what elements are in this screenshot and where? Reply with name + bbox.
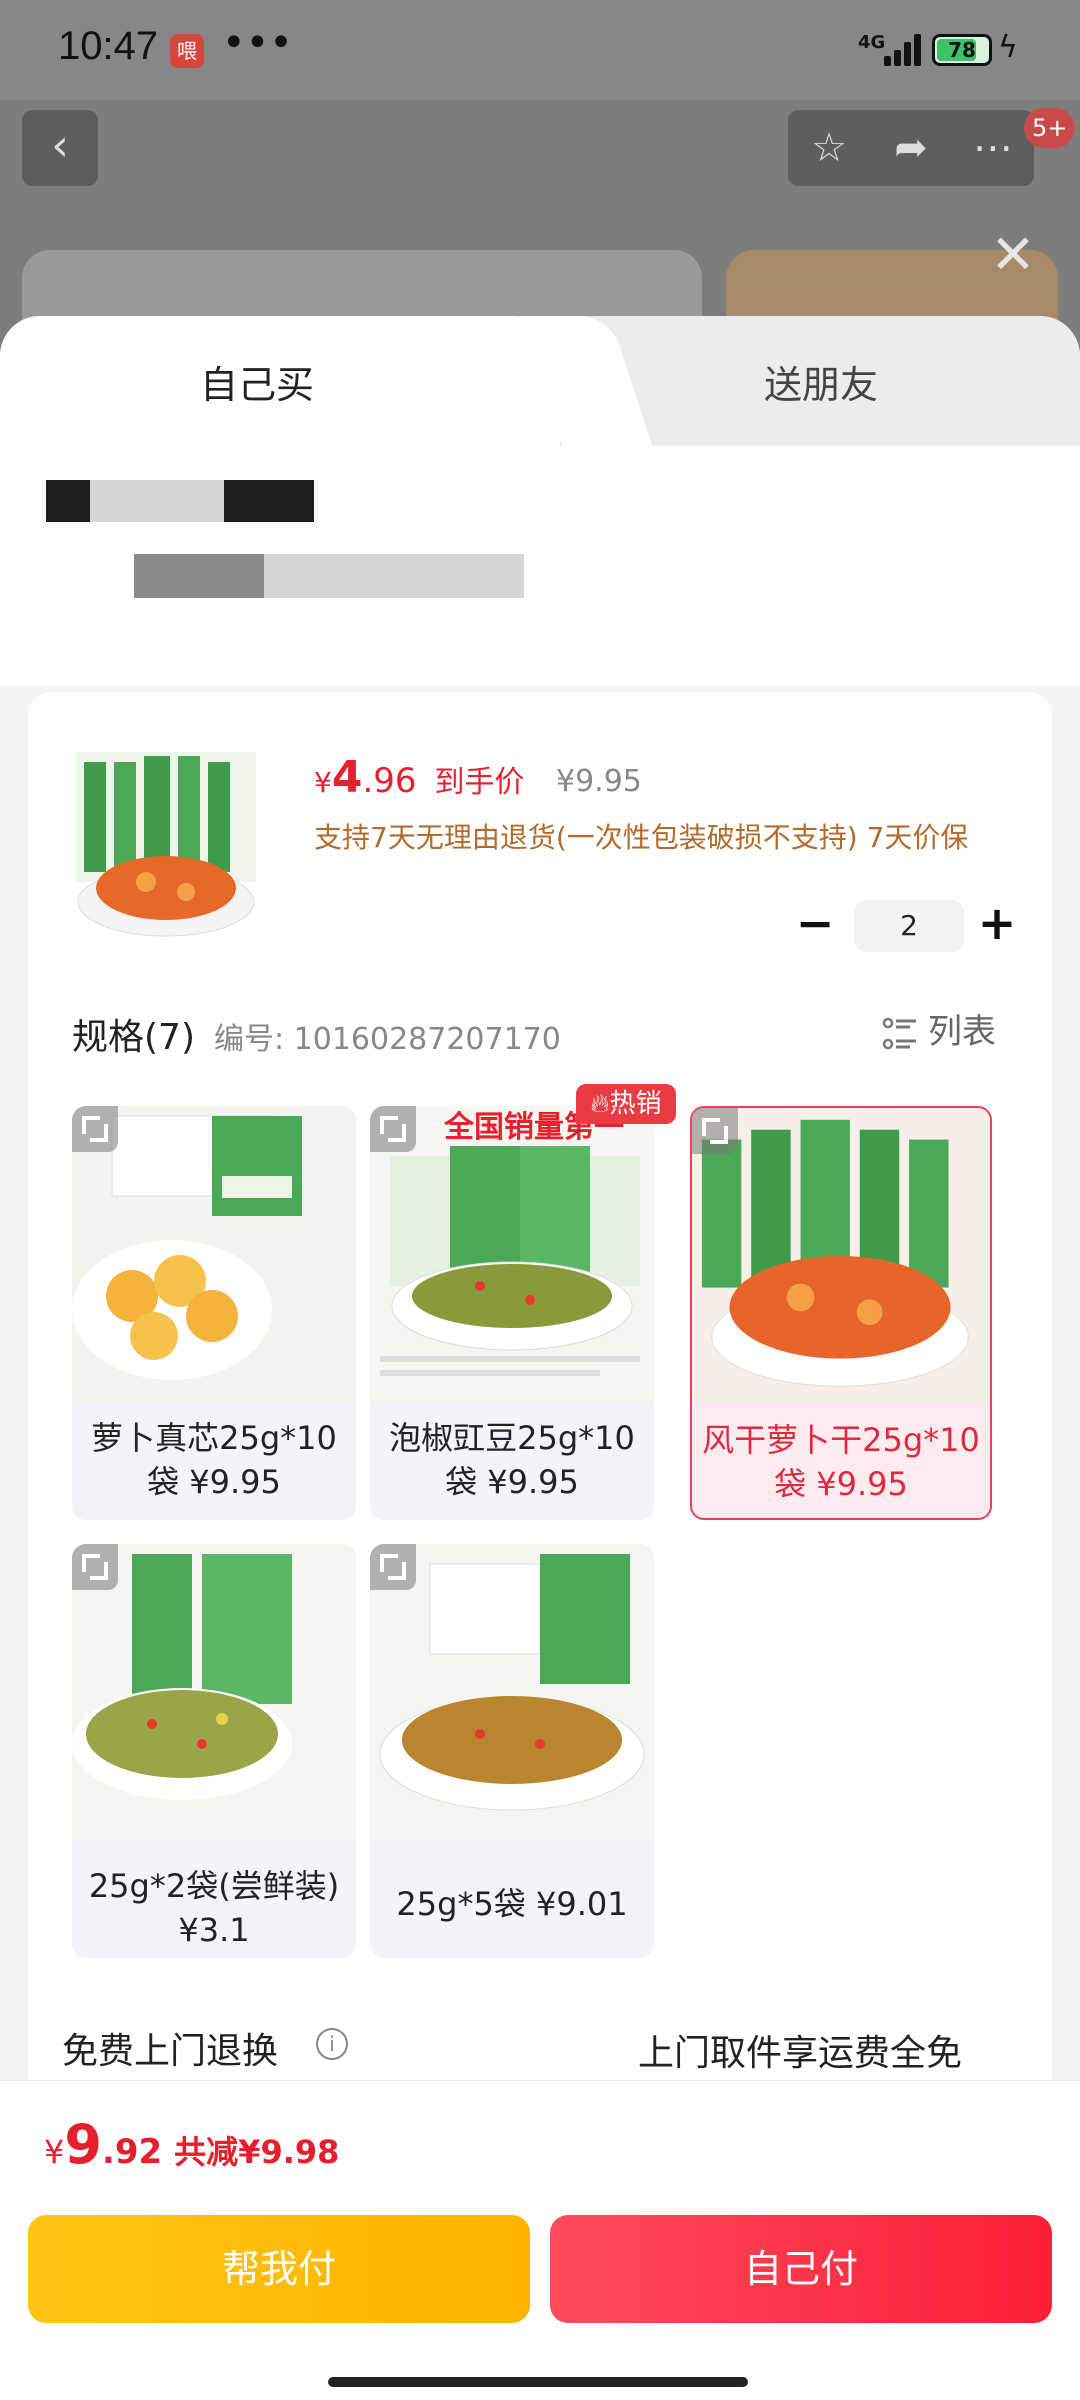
free-return-desc: 上门取件享运费全免: [638, 2033, 963, 2074]
help-pay-button[interactable]: 帮我付: [28, 2215, 530, 2323]
spec-option[interactable]: 泡椒豇豆25g*10袋 ¥9.95: [370, 1106, 654, 1520]
product-code: 编号: 10160287207170: [214, 1022, 561, 1057]
spec-option-image: [72, 1544, 356, 1840]
status-time: 10:47: [58, 24, 159, 68]
status-bar: 10:47 喂 ••• 4G 78 ϟ: [0, 0, 1080, 100]
app-notification-icon: 喂: [170, 34, 204, 68]
spec-option[interactable]: 25g*2袋(尝鲜装)¥3.1: [72, 1544, 356, 1958]
back-button[interactable]: ‹: [22, 110, 98, 186]
spec-option[interactable]: 萝卜真芯25g*10袋 ¥9.95: [72, 1106, 356, 1520]
more-status-icon: •••: [222, 20, 293, 66]
spec-option-label: 25g*5袋 ¥9.01: [396, 1885, 628, 1923]
battery-icon: 78: [932, 34, 992, 66]
home-indicator[interactable]: [328, 2377, 748, 2387]
tab-bar: 自己买 送朋友: [0, 316, 1080, 446]
deal-price: ¥4.96 到手价: [314, 752, 525, 803]
share-icon[interactable]: ➦: [870, 110, 952, 186]
quantity-input[interactable]: 2: [854, 900, 964, 952]
tab-self-buy-label[interactable]: 自己买: [200, 354, 314, 409]
list-view-button[interactable]: 列表: [882, 1004, 996, 1054]
checkout-bar: ¥9.92 共减¥9.98 帮我付 自己付: [0, 2080, 1080, 2400]
quantity-increase-button[interactable]: +: [972, 900, 1022, 950]
address-card[interactable]: [28, 456, 1052, 666]
close-icon[interactable]: ✕: [988, 228, 1038, 282]
expand-icon[interactable]: [370, 1544, 416, 1590]
spec-option-image: [370, 1544, 654, 1840]
hot-tag: 🔥︎热销: [576, 1084, 676, 1124]
tab-gift-friend[interactable]: 送朋友: [764, 354, 878, 409]
total-price: ¥9.92 共减¥9.98: [44, 2113, 340, 2176]
network-type: 4G: [858, 32, 886, 53]
spec-option-label: 泡椒豇豆25g*10袋 ¥9.95: [389, 1419, 635, 1501]
spec-option[interactable]: 25g*5袋 ¥9.01: [370, 1544, 654, 1958]
redacted-text: [224, 480, 314, 522]
info-icon[interactable]: i: [316, 2028, 348, 2060]
spec-option-label: 25g*2袋(尝鲜装)¥3.1: [88, 1867, 340, 1949]
spec-option-label: 风干萝卜干25g*10袋 ¥9.95: [702, 1421, 980, 1503]
expand-icon[interactable]: [72, 1544, 118, 1590]
return-policy: 支持7天无理由退货(一次性包装破损不支持) 7天价保: [314, 821, 969, 854]
more-icon[interactable]: ⋯: [952, 110, 1034, 186]
header-actions: ☆ ➦ ⋯: [788, 110, 1034, 186]
spec-option-selected[interactable]: 风干萝卜干25g*10袋 ¥9.95: [690, 1106, 992, 1520]
list-icon: [882, 1017, 916, 1049]
redacted-text: [46, 480, 90, 522]
self-pay-button[interactable]: 自己付: [550, 2215, 1052, 2323]
spec-option-image: [692, 1109, 990, 1403]
product-thumbnail[interactable]: [66, 742, 266, 942]
quantity-decrease-button[interactable]: −: [790, 900, 840, 950]
free-return-title: 免费上门退换: [62, 2031, 279, 2072]
expand-icon[interactable]: [692, 1108, 738, 1154]
signal-icon: [884, 32, 924, 66]
spec-option-image: [72, 1106, 356, 1402]
spec-option-image: [370, 1106, 654, 1402]
expand-icon[interactable]: [72, 1106, 118, 1152]
flame-icon: 🔥︎: [590, 1089, 610, 1119]
original-price: ¥9.95: [556, 764, 642, 799]
discount-text: 共减¥9.98: [174, 2133, 340, 2171]
spec-option-label: 萝卜真芯25g*10袋 ¥9.95: [91, 1419, 337, 1501]
expand-icon[interactable]: [370, 1106, 416, 1152]
battery-level: 78: [948, 38, 976, 62]
star-icon[interactable]: ☆: [788, 110, 870, 186]
spec-title: 规格(7): [72, 1017, 195, 1058]
charging-icon: ϟ: [998, 30, 1018, 65]
redacted-text: [134, 554, 264, 598]
notification-badge: 5+: [1024, 108, 1076, 148]
